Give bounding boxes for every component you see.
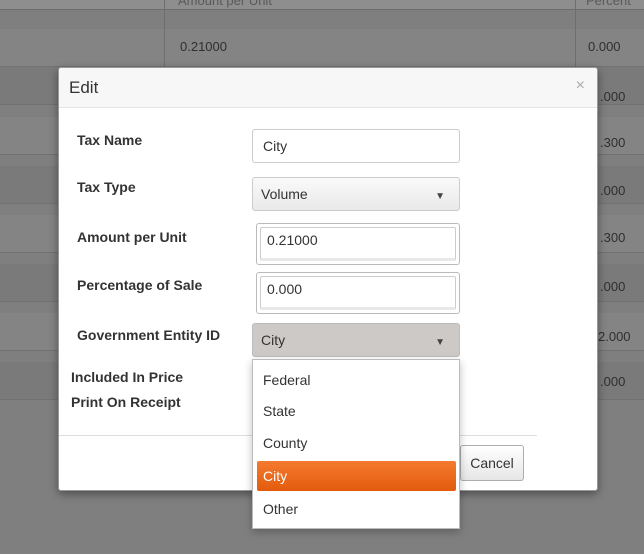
percent-cell: 2.000 [598, 329, 631, 344]
tax-type-label: Tax Type [77, 179, 136, 195]
percent-cell: .300 [600, 135, 626, 150]
print-on-receipt-label: Print On Receipt [71, 394, 181, 410]
dropdown-option-other[interactable]: Other [257, 494, 456, 524]
tax-type-value: Volume [261, 186, 308, 202]
government-entity-id-label: Government Entity ID [77, 327, 221, 343]
amount-cell: 0.21000 [180, 39, 227, 54]
tax-type-select[interactable]: Volume ▼ [252, 177, 460, 211]
tax-name-input[interactable]: City [252, 129, 460, 163]
included-in-price-label: Included In Price [71, 369, 184, 385]
government-entity-id-select[interactable]: City ▼ [252, 323, 460, 357]
percentage-of-sale-field: 0.000 [256, 272, 460, 314]
percentage-of-sale-input[interactable]: 0.000 [260, 276, 456, 310]
chevron-down-icon: ▼ [435, 191, 445, 202]
dropdown-option-federal[interactable]: Federal [257, 365, 456, 395]
government-entity-dropdown: Federal State County City Other [252, 359, 460, 529]
tax-name-label: Tax Name [77, 132, 143, 148]
dialog-title: Edit [69, 78, 99, 97]
dialog-header: Edit × [59, 68, 597, 108]
grid-header: Amount per Unit Percent [0, 0, 644, 10]
percentage-of-sale-label: Percentage of Sale [77, 277, 203, 293]
percent-cell: .000 [600, 183, 626, 198]
dropdown-option-county[interactable]: County [257, 428, 456, 458]
header-percent: Percent [586, 0, 631, 8]
dropdown-option-state[interactable]: State [257, 396, 456, 426]
percent-cell: .300 [600, 230, 626, 245]
chevron-down-icon: ▼ [435, 337, 445, 348]
percent-cell: .000 [600, 279, 626, 294]
percent-cell: .000 [600, 374, 626, 389]
table-row: 0.21000 0.000 [0, 29, 644, 67]
amount-per-unit-input[interactable]: 0.21000 [260, 227, 456, 261]
close-icon[interactable]: × [576, 77, 585, 95]
government-entity-id-value: City [261, 332, 286, 348]
cancel-button[interactable]: Cancel [460, 445, 524, 481]
dropdown-option-city[interactable]: City [257, 461, 456, 491]
header-amount-per-unit: Amount per Unit [178, 0, 272, 8]
amount-per-unit-field: 0.21000 [256, 223, 460, 265]
percent-cell: 0.000 [588, 39, 621, 54]
percent-cell: .000 [600, 89, 626, 104]
amount-per-unit-label: Amount per Unit [77, 229, 187, 245]
